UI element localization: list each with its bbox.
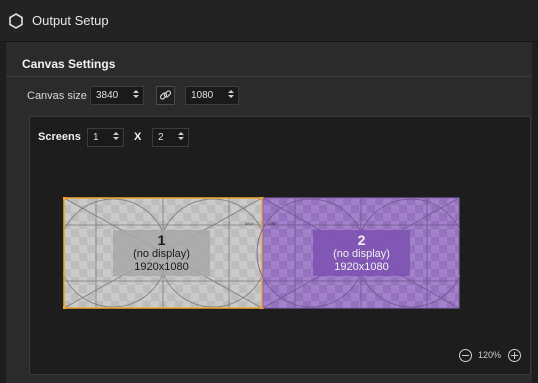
canvas-preview: 3840 1080 1 (no display) 1920x1080 2 (no…	[63, 197, 460, 309]
window-title: Output Setup	[32, 13, 109, 28]
link-icon	[159, 90, 172, 100]
section-divider	[6, 76, 532, 77]
screens-label: Screens	[38, 131, 81, 143]
canvas-width-value: 3840	[96, 90, 119, 101]
canvas-height-input[interactable]: 1080	[185, 86, 239, 105]
canvas-height-value: 1080	[191, 90, 214, 101]
link-aspect-button[interactable]	[156, 86, 175, 105]
spin-arrows-icon[interactable]	[177, 131, 185, 144]
spin-arrows-icon[interactable]	[227, 89, 235, 102]
canvas-width-input[interactable]: 3840	[90, 86, 144, 105]
screen-1-resolution: 1920x1080	[134, 261, 189, 273]
canvas-width-mini-label: 3840	[245, 221, 254, 226]
zoom-in-icon[interactable]	[508, 349, 521, 362]
screen-2-number: 2	[357, 232, 366, 248]
hexagon-icon	[9, 13, 23, 29]
screen-1-label: 1 (no display) 1920x1080	[113, 232, 210, 274]
screen-1-status: (no display)	[133, 248, 190, 260]
screen-1-number: 1	[157, 232, 166, 248]
spin-arrows-icon[interactable]	[132, 89, 140, 102]
screens-separator: X	[134, 131, 142, 143]
screens-rows-input[interactable]: 2	[152, 128, 189, 147]
screen-2-status: (no display)	[333, 248, 390, 260]
title-bar: Output Setup	[0, 0, 538, 42]
screens-columns-input[interactable]: 1	[87, 128, 124, 147]
screens-columns-value: 1	[93, 132, 99, 143]
spin-arrows-icon[interactable]	[112, 131, 120, 144]
zoom-out-icon[interactable]	[459, 349, 472, 362]
zoom-level: 120%	[478, 350, 502, 360]
canvas-height-mini-label: 1080	[267, 221, 276, 226]
screen-2-resolution: 1920x1080	[334, 261, 389, 273]
screen-2-label: 2 (no display) 1920x1080	[313, 232, 410, 274]
canvas-size-label: Canvas size	[27, 90, 87, 102]
section-title: Canvas Settings	[22, 57, 116, 71]
screens-rows-value: 2	[158, 132, 164, 143]
